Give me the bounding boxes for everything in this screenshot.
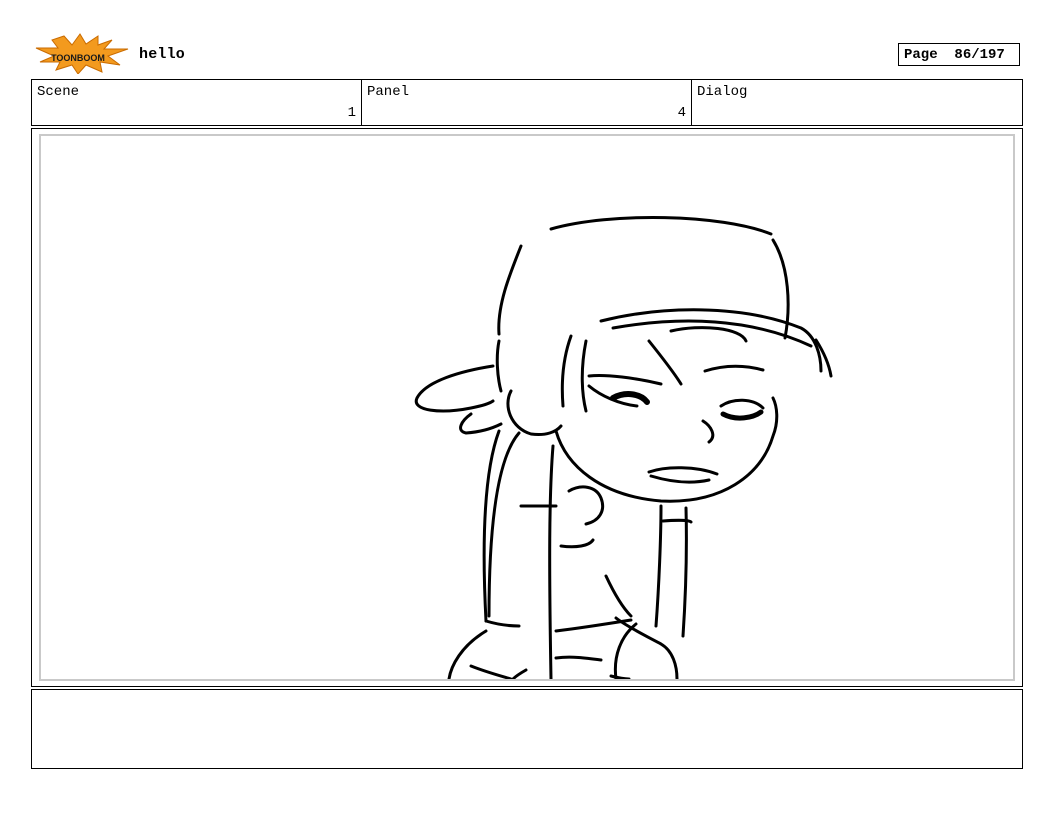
project-title: hello [139, 46, 186, 63]
logo-text: TOONBOOM [51, 53, 105, 63]
panel-frame [31, 128, 1023, 687]
dialog-label: Dialog [697, 84, 748, 100]
panel-cell: Panel 4 [362, 80, 692, 125]
page-number: 86/197 [954, 47, 1005, 63]
scene-cell: Scene 1 [32, 80, 362, 125]
scene-label: Scene [37, 84, 80, 100]
panel-image-area [39, 134, 1015, 681]
panel-notes [31, 689, 1023, 769]
storyboard-info-row: Scene 1 Panel 4 Dialog [31, 79, 1023, 126]
panel-value: 4 [677, 105, 686, 121]
page-indicator: Page 86/197 [898, 43, 1020, 66]
toonboom-logo: TOONBOOM [34, 32, 130, 75]
dialog-cell: Dialog [692, 80, 1022, 125]
page-label: Page [904, 47, 938, 63]
panel-label: Panel [367, 84, 410, 100]
scene-value: 1 [347, 105, 356, 121]
character-sketch [414, 216, 833, 679]
